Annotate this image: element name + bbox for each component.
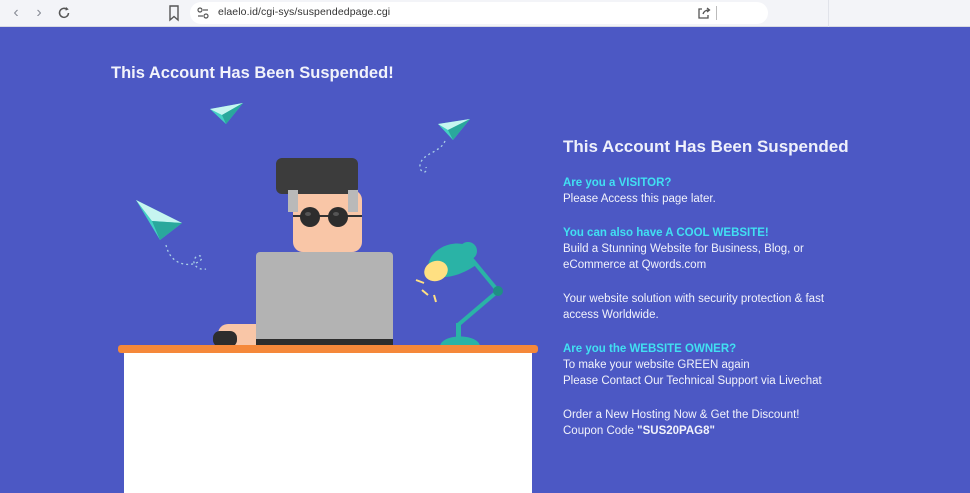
bookmark-icon[interactable]	[166, 4, 182, 22]
solution-line-1: Your website solution with security prot…	[563, 292, 825, 305]
owner-heading: Are you the WEBSITE OWNER?	[563, 342, 737, 355]
solution-line-2: access Worldwide.	[563, 309, 659, 321]
solution-section: Your website solution with security prot…	[563, 291, 893, 324]
browser-toolbar: ‹ › elaelo.id/cgi-sys/suspendedpage.cgi	[0, 0, 970, 27]
desk	[118, 345, 538, 493]
cool-website-heading: You can also have A COOL WEBSITE!	[563, 226, 769, 239]
back-icon[interactable]: ‹	[6, 3, 26, 23]
order-section: Order a New Hosting Now & Get the Discou…	[563, 407, 893, 440]
reload-icon[interactable]	[54, 3, 74, 23]
info-panel: This Account Has Been Suspended Are you …	[563, 137, 893, 457]
order-line: Order a New Hosting Now & Get the Discou…	[563, 408, 800, 421]
cool-website-line-2: eCommerce at Qwords.com	[563, 259, 707, 271]
share-icon[interactable]	[696, 5, 712, 21]
suspended-illustration	[118, 103, 538, 493]
toolbar-divider	[828, 0, 829, 27]
url-text[interactable]: elaelo.id/cgi-sys/suspendedpage.cgi	[218, 6, 390, 18]
url-divider	[716, 6, 717, 20]
laptop	[256, 252, 393, 345]
address-bar[interactable]: elaelo.id/cgi-sys/suspendedpage.cgi	[190, 2, 768, 24]
forward-icon[interactable]: ›	[29, 3, 49, 23]
paper-plane-icon	[419, 119, 470, 173]
visitor-text: Please Access this page later.	[563, 193, 716, 205]
paper-plane-icon	[136, 200, 207, 270]
site-info-icon[interactable]	[196, 6, 210, 20]
coupon-code: "SUS20PAG8"	[637, 425, 715, 437]
owner-line-1: To make your website GREEN again	[563, 358, 750, 371]
panel-title: This Account Has Been Suspended	[563, 137, 849, 156]
desk-lamp	[415, 242, 503, 347]
cool-website-line-1: Build a Stunning Website for Business, B…	[563, 242, 804, 255]
page-title: This Account Has Been Suspended!	[111, 64, 394, 82]
cool-website-section: You can also have A COOL WEBSITE! Build …	[563, 225, 893, 274]
paper-plane-icon	[210, 103, 243, 124]
visitor-section: Are you a VISITOR? Please Access this pa…	[563, 175, 893, 208]
coupon-label: Coupon Code	[563, 425, 638, 437]
owner-section: Are you the WEBSITE OWNER? To make your …	[563, 341, 893, 390]
owner-line-2: Please Contact Our Technical Support via…	[563, 375, 822, 387]
coupon-line: Coupon Code "SUS20PAG8"	[563, 423, 893, 440]
visitor-heading: Are you a VISITOR?	[563, 177, 672, 189]
person-figure	[276, 158, 362, 252]
